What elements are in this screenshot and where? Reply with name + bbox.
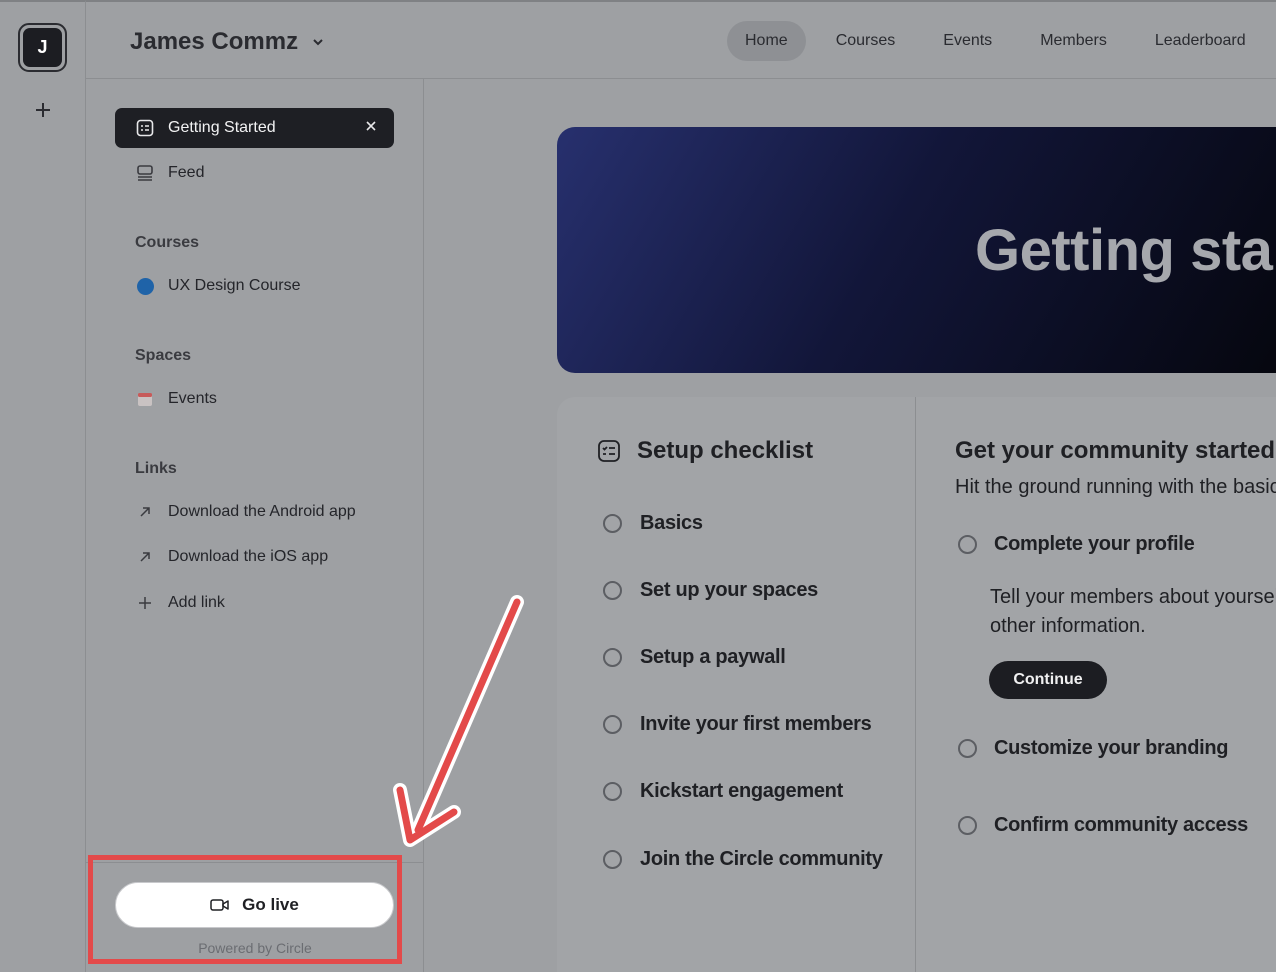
unchecked-circle-icon — [603, 648, 622, 667]
nav-courses[interactable]: Courses — [818, 21, 914, 61]
panel-divider — [915, 397, 916, 972]
plus-icon[interactable] — [31, 98, 55, 122]
task-description: Tell your members about yourself other i… — [990, 583, 1276, 641]
checklist-item-join-circle[interactable]: Join the Circle community — [603, 848, 883, 871]
sidebar: Getting Started Feed Courses UX Design C… — [86, 79, 424, 972]
task-label: Complete your profile — [994, 533, 1195, 555]
links-heading: Links — [135, 460, 177, 477]
section-subtitle: Hit the ground running with the basics — [955, 476, 1276, 498]
unchecked-circle-icon — [603, 850, 622, 869]
unchecked-circle-icon — [603, 514, 622, 533]
community-avatar[interactable]: J — [23, 28, 62, 67]
community-rail: J — [0, 0, 86, 972]
sidebar-add-link[interactable]: Add link — [115, 583, 394, 623]
task-label: Confirm community access — [994, 814, 1248, 836]
sidebar-item-feed[interactable]: Feed — [115, 153, 394, 193]
course-dot-icon — [135, 276, 155, 296]
checklist-item-basics[interactable]: Basics — [603, 512, 703, 535]
unchecked-circle-icon — [603, 581, 622, 600]
external-link-icon — [135, 502, 155, 522]
sidebar-item-getting-started[interactable]: Getting Started — [115, 108, 394, 148]
sidebar-item-label: Add link — [168, 594, 225, 611]
checklist-item-label: Join the Circle community — [640, 848, 883, 870]
checklist-item-label: Basics — [640, 512, 703, 534]
unchecked-circle-icon — [958, 739, 977, 758]
nav-members[interactable]: Members — [1022, 21, 1125, 61]
sidebar-item-label: Download the iOS app — [168, 548, 329, 565]
unchecked-circle-icon — [603, 715, 622, 734]
checklist-item-label: Kickstart engagement — [640, 780, 843, 802]
main-content: Getting started Setup checklist Basics S… — [424, 79, 1276, 972]
feed-icon — [135, 163, 155, 183]
sidebar-link-android[interactable]: Download the Android app — [115, 492, 394, 532]
sidebar-item-label: Download the Android app — [168, 503, 356, 520]
task-confirm-access[interactable]: Confirm community access — [958, 814, 1248, 837]
onboarding-panel: Setup checklist Basics Set up your space… — [557, 397, 1276, 972]
checklist-item-paywall[interactable]: Setup a paywall — [603, 646, 786, 669]
section-title: Get your community started — [955, 437, 1276, 464]
community-avatar-frame[interactable]: J — [18, 23, 67, 72]
community-name: James Commz — [130, 28, 299, 55]
plus-icon — [135, 593, 155, 613]
checklist-item-spaces[interactable]: Set up your spaces — [603, 579, 818, 602]
checklist-icon — [598, 440, 620, 462]
sidebar-item-ux-design-course[interactable]: UX Design Course — [115, 266, 394, 306]
sidebar-item-label: UX Design Course — [168, 277, 301, 294]
checklist-item-invite[interactable]: Invite your first members — [603, 713, 872, 736]
hero-banner: Getting started — [557, 127, 1276, 373]
checklist-icon — [135, 118, 155, 138]
top-bar: James Commz Home Courses Events Members … — [86, 0, 1276, 79]
nav-events[interactable]: Events — [925, 21, 1010, 61]
task-label: Customize your branding — [994, 737, 1229, 759]
sidebar-item-label: Events — [168, 390, 217, 407]
checklist-item-label: Setup a paywall — [640, 646, 786, 668]
unchecked-circle-icon — [958, 816, 977, 835]
main-nav: Home Courses Events Members Leaderboard — [727, 21, 1276, 61]
nav-leaderboard[interactable]: Leaderboard — [1137, 21, 1264, 61]
checklist-item-label: Set up your spaces — [640, 579, 818, 601]
spaces-heading: Spaces — [135, 347, 192, 364]
unchecked-circle-icon — [603, 782, 622, 801]
close-icon[interactable] — [364, 119, 378, 133]
community-switcher[interactable]: James Commz — [130, 28, 324, 56]
checklist-item-engagement[interactable]: Kickstart engagement — [603, 780, 843, 803]
task-customize-branding[interactable]: Customize your branding — [958, 737, 1229, 760]
sidebar-item-events[interactable]: Events — [115, 379, 394, 419]
highlight-annotation-box — [88, 855, 402, 964]
chevron-down-icon — [313, 39, 323, 46]
external-link-icon — [135, 547, 155, 567]
checklist-title: Setup checklist — [637, 437, 814, 464]
calendar-icon — [135, 389, 155, 409]
task-description-line: Tell your members about yourself — [990, 586, 1276, 608]
sidebar-link-ios[interactable]: Download the iOS app — [115, 537, 394, 577]
hero-title: Getting started — [975, 218, 1276, 283]
sidebar-item-label: Getting Started — [168, 119, 276, 136]
checklist-item-label: Invite your first members — [640, 713, 872, 735]
task-complete-profile[interactable]: Complete your profile — [958, 533, 1195, 556]
nav-home[interactable]: Home — [727, 21, 806, 61]
setup-checklist-header: Setup checklist — [597, 437, 813, 465]
task-description-line: other information. — [990, 615, 1146, 637]
continue-button[interactable]: Continue — [989, 661, 1107, 699]
courses-heading: Courses — [135, 234, 200, 251]
unchecked-circle-icon — [958, 535, 977, 554]
annotation-arrow-icon — [393, 595, 524, 847]
sidebar-item-label: Feed — [168, 164, 205, 181]
